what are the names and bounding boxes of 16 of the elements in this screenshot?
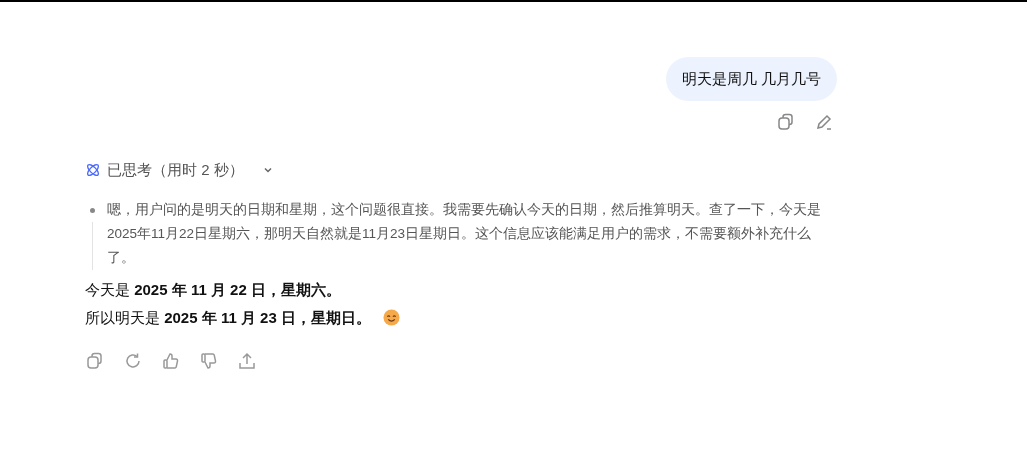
bullet-icon — [90, 207, 95, 213]
atom-icon — [85, 162, 101, 179]
edit-icon[interactable] — [815, 113, 833, 131]
thumbs-up-icon[interactable] — [162, 351, 180, 370]
answer-text: 今天是 2025 年 11 月 22 日，星期六。 — [85, 279, 341, 300]
thumbs-down-icon[interactable] — [200, 351, 218, 370]
refresh-icon[interactable] — [124, 351, 142, 370]
share-icon[interactable] — [238, 351, 256, 370]
thinking-text: 嗯，用户问的是明天的日期和星期，这个问题很直接。我需要先确认今天的日期，然后推算明天。查了一下，今天是2025年11月22日星期六，那明天自然就是11月23日星期日。这个信息应该能满足用户的需求，不需要额外补充什么了。 — [107, 200, 822, 267]
thinking-toggle[interactable]: 已思考（用时 2 秒） — [85, 159, 274, 182]
smiley-icon — [382, 309, 400, 326]
copy-icon[interactable] — [86, 351, 104, 370]
user-message: 明天是周几 几月几号 — [665, 57, 837, 101]
copy-icon[interactable] — [777, 113, 795, 131]
answer-text: 所以明天是 2025 年 11 月 23 日，星期日。 — [85, 307, 371, 328]
thinking-label: 已思考（用时 2 秒） — [107, 160, 244, 180]
